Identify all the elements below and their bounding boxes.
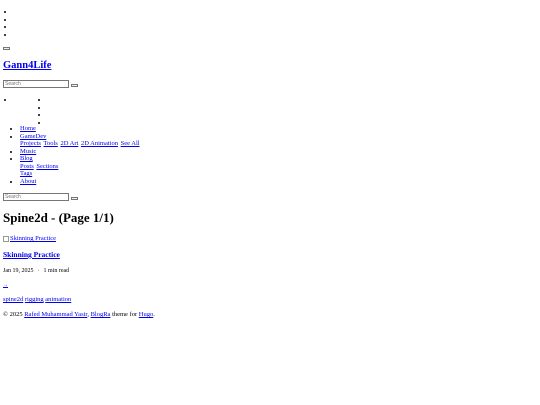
site-title: Gann4Life [3, 60, 51, 72]
tag-link[interactable]: rigging [25, 296, 44, 303]
nav-link-2d-animation[interactable]: 2D Animation [81, 140, 118, 147]
post-thumbnail-link[interactable]: Skinning Practice [3, 235, 56, 242]
footer-hugo-link[interactable]: Hugo [139, 311, 153, 318]
nav-link-music[interactable]: Music [20, 148, 36, 155]
footer-comma: , [87, 311, 89, 318]
footer-period: . [153, 311, 155, 318]
nav-link-tags[interactable]: Tags [20, 170, 32, 177]
nav-item-blog: Blog Posts Sections Tags [20, 155, 141, 178]
search-input[interactable] [3, 80, 69, 88]
nav-link-tools[interactable]: Tools [43, 140, 57, 147]
post-tags: spine2d rigging animation [3, 296, 71, 303]
nav-link-see-all[interactable]: See All [121, 140, 140, 147]
nav-item-gamedev: GameDev Projects Tools 2D Art 2D Animati… [20, 133, 141, 148]
menu-toggle-button[interactable] [3, 47, 10, 50]
search-button-secondary[interactable] [71, 196, 78, 200]
post-title-link[interactable]: Skinning Practice [3, 250, 60, 259]
nav-link-home[interactable]: Home [20, 125, 36, 132]
footer-theme-text: theme for [112, 311, 138, 318]
footer: © 2025 Rafed Muhammad Yasir, BlogRa them… [3, 311, 155, 318]
nav-link-projects[interactable]: Projects [20, 140, 41, 147]
gamedev-submenu: Projects Tools 2D Art 2D Animation See A… [20, 140, 141, 148]
broken-image-icon [3, 235, 9, 242]
nav-link-blog[interactable]: Blog [20, 155, 33, 162]
nav-item-about: About [20, 178, 141, 186]
post-meta: Jan 19, 2025 · 1 min read [3, 268, 69, 274]
nav-link-2d-art[interactable]: 2D Art [60, 140, 78, 147]
footer-theme-link[interactable]: BlogRa [91, 311, 111, 318]
page-title: Spine2d - (Page 1/1) [3, 210, 114, 225]
search-bar-top [3, 80, 78, 88]
nav-item-music: Music [20, 148, 141, 156]
blog-submenu: Posts Sections [20, 163, 141, 171]
meta-separator: · [37, 268, 40, 274]
search-bar-bottom [3, 193, 78, 201]
nav-link-sections[interactable]: Sections [36, 163, 58, 170]
post-read-time: 1 min read [43, 268, 70, 274]
nav-link-posts[interactable]: Posts [20, 163, 34, 170]
search-button[interactable] [71, 83, 78, 87]
site-title-link[interactable]: Gann4Life [3, 60, 51, 71]
main-nav: Home GameDev Projects Tools 2D Art 2D An… [20, 125, 141, 185]
blog-submenu-tags: Tags [20, 170, 141, 178]
post-date: Jan 19, 2025 [3, 268, 34, 274]
nav-link-gamedev[interactable]: GameDev [20, 133, 46, 140]
footer-author-link[interactable]: Rafed Muhammad Yasir [24, 311, 87, 318]
nav-item-home: Home [20, 125, 141, 133]
nav-link-about[interactable]: About [20, 178, 36, 185]
post-title: Skinning Practice [3, 250, 60, 260]
post-thumbnail-alt: Skinning Practice [10, 235, 57, 242]
read-more-link[interactable]: → [3, 283, 8, 288]
tag-link[interactable]: animation [45, 296, 71, 303]
tag-link[interactable]: spine2d [3, 296, 23, 303]
search-input-secondary[interactable] [3, 193, 69, 201]
footer-copyright: © 2025 [3, 311, 23, 318]
